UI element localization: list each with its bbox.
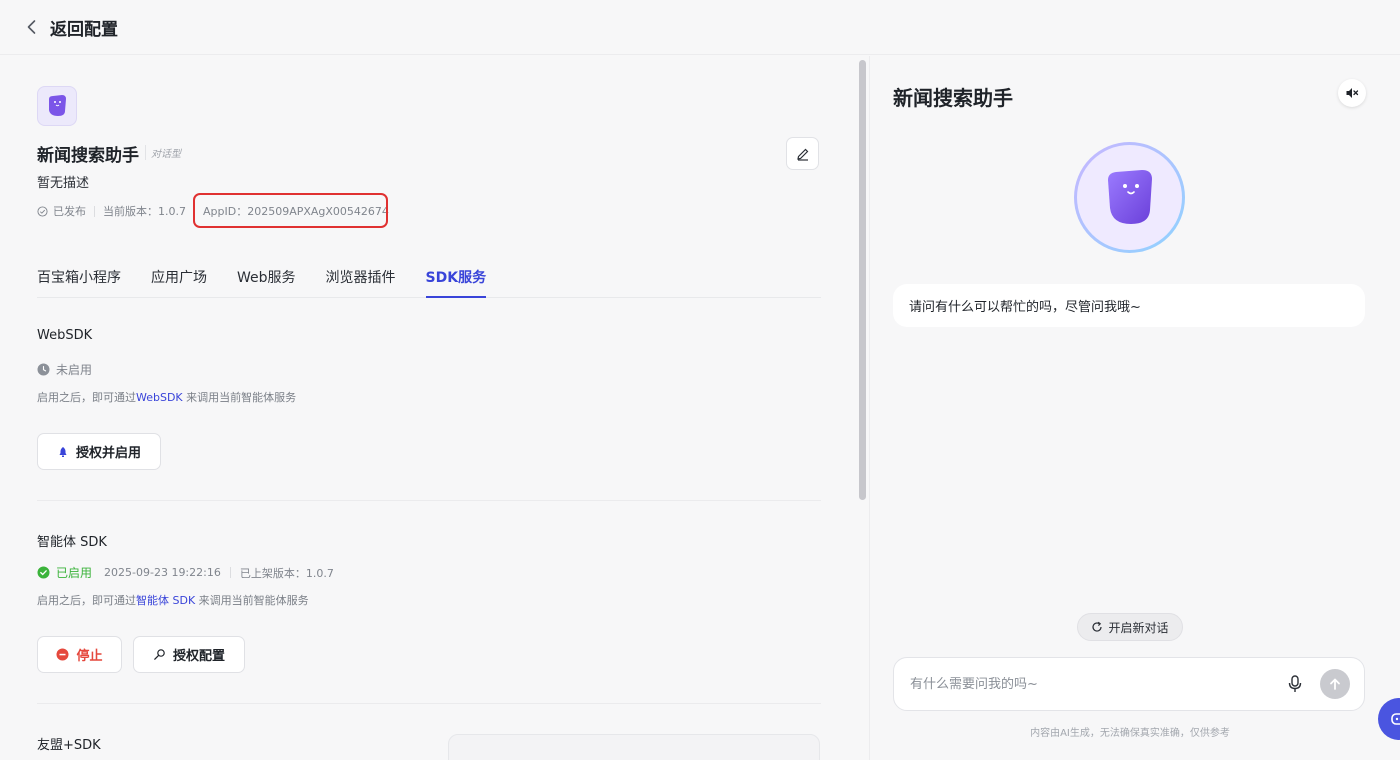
section-divider xyxy=(37,500,821,501)
stop-icon xyxy=(56,648,69,661)
pencil-icon xyxy=(796,148,808,161)
tab-app-plaza[interactable]: 应用广场 xyxy=(151,258,207,298)
publish-status-label: 已发布 xyxy=(53,205,86,218)
agent-sdk-status-label: 已启用 xyxy=(56,566,93,580)
assistant-avatar xyxy=(1074,142,1185,253)
tab-browser-plugin[interactable]: 浏览器插件 xyxy=(326,258,396,298)
agent-sdk-version: 已上架版本：1.0.7 xyxy=(239,566,334,580)
app-id-highlight xyxy=(193,193,388,228)
microphone-button[interactable] xyxy=(1284,673,1306,695)
send-button[interactable] xyxy=(1320,669,1350,699)
app-description: 暂无描述 xyxy=(37,176,90,191)
umeng-sdk-title: 友盟+SDK xyxy=(37,738,101,753)
auth-config-label: 授权配置 xyxy=(172,649,225,664)
chat-bot-icon xyxy=(1391,713,1400,725)
agent-sdk-date: 2025-09-23 19:22:16 xyxy=(104,566,221,579)
websdk-status: 未启用 xyxy=(37,361,92,378)
top-bar: 返回配置 xyxy=(0,0,1400,55)
tab-sdk-service[interactable]: SDK服务 xyxy=(425,258,487,298)
rocket-icon xyxy=(59,446,67,457)
authorize-enable-label: 授权并启用 xyxy=(75,446,141,461)
greeting-message: 请问有什么可以帮忙的吗，尽管问我哦~ xyxy=(893,284,1365,327)
ai-disclaimer: 内容由AI生成，无法确保真实准确，仅供参考 xyxy=(1030,728,1230,739)
mascot-icon xyxy=(49,95,66,116)
refresh-icon xyxy=(1092,621,1103,632)
agent-sdk-title: 智能体 SDK xyxy=(37,535,107,550)
arrow-up-icon xyxy=(1330,678,1340,690)
config-panel: 新闻搜索助手 对话型 暂无描述 已发布 当前版本：1.0.7 AppID：202… xyxy=(0,56,856,760)
app-avatar xyxy=(37,86,77,126)
scrollbar-thumb[interactable] xyxy=(859,60,866,500)
websdk-hint: 启用之后，即可通过WebSDK 来调用当前智能体服务 xyxy=(37,391,297,404)
chat-input[interactable] xyxy=(910,676,1284,692)
edit-button[interactable] xyxy=(786,137,819,170)
websdk-status-label: 未启用 xyxy=(56,363,93,377)
microphone-icon xyxy=(1288,675,1302,692)
back-button[interactable]: 返回配置 xyxy=(24,15,118,40)
meta-separator xyxy=(94,205,95,217)
chevron-left-icon xyxy=(27,20,36,34)
check-circle-icon xyxy=(37,205,48,217)
tab-web-service[interactable]: Web服务 xyxy=(237,258,296,298)
chat-preview-panel: 新闻搜索助手 请问有什么可以帮忙的吗，尽管问我哦~ 开启新对话 内容由AI生成，… xyxy=(869,56,1400,760)
stop-button[interactable]: 停止 xyxy=(37,636,122,673)
tab-mini-program[interactable]: 百宝箱小程序 xyxy=(37,258,121,298)
key-icon xyxy=(154,649,165,660)
umeng-preview-card xyxy=(448,734,820,760)
check-circle-filled-icon xyxy=(37,566,50,579)
new-chat-button[interactable]: 开启新对话 xyxy=(1077,613,1183,641)
app-type-label: 对话型 xyxy=(145,145,181,160)
websdk-link[interactable]: WebSDK xyxy=(136,391,183,404)
chat-input-box xyxy=(893,657,1365,711)
agent-sdk-status: 已启用 2025-09-23 19:22:16 已上架版本：1.0.7 xyxy=(37,564,334,581)
stop-label: 停止 xyxy=(76,649,103,664)
auth-config-button[interactable]: 授权配置 xyxy=(133,636,245,673)
back-label: 返回配置 xyxy=(50,19,118,40)
app-name: 新闻搜索助手 xyxy=(37,146,139,166)
speaker-mute-icon xyxy=(1346,88,1359,98)
mascot-icon xyxy=(1107,169,1152,224)
section-divider xyxy=(37,703,821,704)
publish-status: 已发布 xyxy=(37,203,86,219)
meta-separator xyxy=(229,567,231,578)
channel-tabs: 百宝箱小程序 应用广场 Web服务 浏览器插件 SDK服务 xyxy=(37,258,821,298)
agent-sdk-link[interactable]: 智能体 SDK xyxy=(136,594,195,607)
websdk-title: WebSDK xyxy=(37,328,93,343)
scrollbar[interactable] xyxy=(857,56,869,760)
agent-sdk-hint: 启用之后，即可通过智能体 SDK 来调用当前智能体服务 xyxy=(37,594,309,607)
clock-icon xyxy=(37,363,50,376)
current-version: 当前版本：1.0.7 xyxy=(103,205,186,218)
authorize-enable-button[interactable]: 授权并启用 xyxy=(37,433,161,470)
mute-button[interactable] xyxy=(1338,79,1366,107)
new-chat-label: 开启新对话 xyxy=(1108,620,1169,635)
chat-title: 新闻搜索助手 xyxy=(893,86,1013,110)
